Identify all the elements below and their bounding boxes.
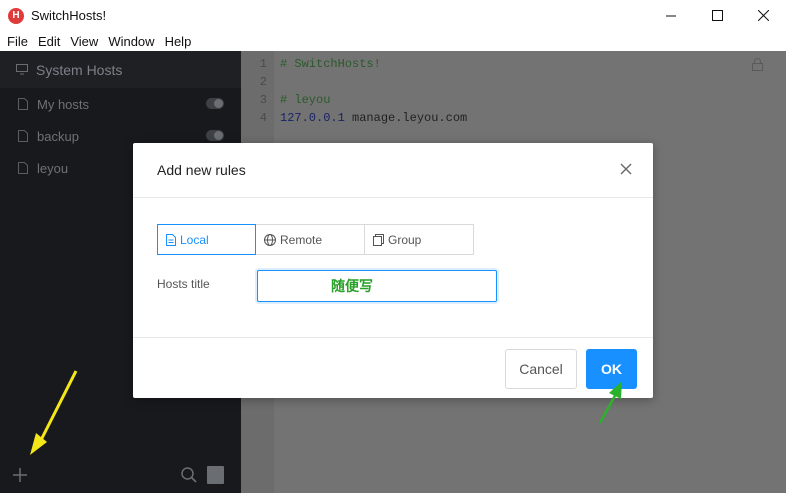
tab-local[interactable]: Local — [157, 224, 256, 255]
sidebar-header-label: System Hosts — [36, 61, 123, 78]
editor-line: 1 # SwitchHosts! — [241, 55, 786, 73]
dialog-footer: Cancel OK — [133, 337, 653, 398]
hostname: manage.leyou.com — [352, 111, 468, 125]
file-icon — [18, 130, 28, 142]
dialog-title: Add new rules — [157, 162, 246, 178]
hosts-title-label: Hosts title — [157, 277, 210, 291]
title-bar: H SwitchHosts! — [0, 0, 786, 31]
sidebar-item-system-hosts[interactable]: System Hosts — [0, 51, 241, 88]
sidebar-footer — [0, 459, 241, 493]
menu-window[interactable]: Window — [103, 34, 159, 49]
tab-label: Group — [388, 232, 422, 247]
files-icon — [373, 233, 384, 246]
close-icon — [757, 10, 769, 21]
app-logo-icon: H — [8, 7, 24, 24]
menu-help[interactable]: Help — [160, 34, 197, 49]
sidebar-item-label: backup — [37, 128, 79, 144]
close-window-button[interactable] — [740, 0, 786, 31]
menu-view[interactable]: View — [65, 34, 103, 49]
tab-remote[interactable]: Remote — [255, 224, 365, 255]
toggle-switch[interactable] — [206, 130, 224, 141]
close-icon[interactable] — [619, 162, 633, 176]
source-type-tabs: Local Remote Group — [157, 224, 474, 255]
tab-group[interactable]: Group — [364, 224, 474, 255]
lock-icon[interactable] — [752, 58, 763, 74]
line-number: 1 — [259, 57, 267, 71]
cancel-button[interactable]: Cancel — [505, 349, 577, 389]
monitor-icon — [16, 64, 28, 75]
line-number: 3 — [259, 93, 267, 107]
sidebar-item-label: leyou — [37, 160, 69, 176]
toggle-switch[interactable] — [206, 98, 224, 109]
editor-line: 2 — [241, 73, 786, 91]
file-icon — [18, 162, 28, 174]
ip-address: 127.0.0.1 — [280, 111, 345, 125]
ok-button[interactable]: OK — [586, 349, 637, 389]
sidebar-item-my-hosts[interactable]: My hosts — [0, 88, 241, 120]
line-text: # leyou — [280, 93, 331, 107]
sidebar-item-label: My hosts — [37, 96, 90, 112]
tab-label: Remote — [280, 232, 323, 247]
minimize-icon — [665, 15, 676, 17]
menu-file[interactable]: File — [2, 34, 33, 49]
menu-bar: File Edit View Window Help — [0, 31, 786, 51]
editor-line: 4 127.0.0.1 manage.leyou.com — [241, 109, 786, 127]
dialog-header: Add new rules — [133, 143, 653, 198]
search-button[interactable] — [181, 467, 197, 486]
file-icon — [18, 98, 28, 110]
book-icon[interactable] — [207, 466, 224, 484]
add-button[interactable] — [13, 464, 27, 486]
search-icon — [181, 467, 197, 483]
minimize-button[interactable] — [648, 0, 694, 31]
menu-edit[interactable]: Edit — [33, 34, 65, 49]
editor-line: 3 # leyou — [241, 91, 786, 109]
file-icon — [166, 233, 176, 246]
line-text: # SwitchHosts! — [280, 57, 381, 71]
maximize-button[interactable] — [694, 0, 740, 31]
window-title: SwitchHosts! — [31, 8, 107, 23]
line-number: 4 — [259, 111, 267, 125]
window-controls — [648, 0, 786, 31]
maximize-icon — [711, 10, 723, 21]
tab-label: Local — [180, 232, 209, 247]
line-text: 127.0.0.1 manage.leyou.com — [280, 109, 467, 127]
globe-icon — [264, 233, 276, 246]
hosts-title-input[interactable]: 随便写 — [257, 270, 497, 302]
line-number: 2 — [259, 75, 267, 89]
plus-icon — [13, 468, 27, 482]
add-rules-dialog: Add new rules Local Remote Group Hosts t… — [133, 143, 653, 398]
